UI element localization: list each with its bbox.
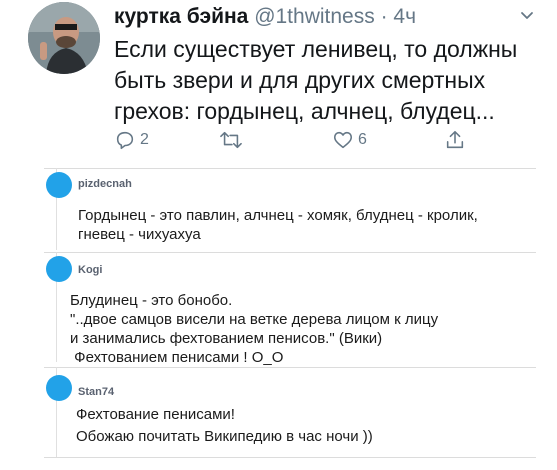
share-button[interactable] — [444, 128, 466, 152]
comment-divider — [44, 168, 536, 169]
display-name[interactable]: куртка бэйна — [114, 5, 248, 28]
comment-username[interactable]: pizdecnah — [78, 178, 132, 190]
like-button[interactable]: 6 — [332, 128, 367, 152]
comment-text-line: Обожаю почитать Википедию в час ночи )) — [76, 428, 373, 445]
tweet-header: куртка бэйна @1thwitness · 4ч — [114, 4, 416, 30]
reply-button[interactable]: 2 — [114, 128, 149, 152]
avatar[interactable] — [46, 172, 72, 198]
user-handle[interactable]: @1thwitness — [254, 5, 375, 28]
comment-text-line: и занимались фехтованием пенисов." (Вики… — [70, 330, 383, 347]
comment-text-line: Гордынец - это павлин, алчнец - хомяк, б… — [78, 207, 478, 224]
like-count: 6 — [358, 131, 367, 148]
like-icon — [332, 129, 354, 151]
comment-text-line: Блудинец - это бонобо. — [70, 292, 233, 309]
tweet-text: Если существует ленивец, то должны быть … — [114, 36, 518, 124]
reply-count: 2 — [140, 131, 149, 148]
comment-divider — [44, 367, 536, 368]
comment-text-line: гневец - чихуахуа — [78, 226, 201, 243]
comment-username[interactable]: Kogi — [78, 264, 102, 276]
caret-down-icon[interactable] — [519, 8, 535, 24]
reply-icon — [114, 129, 136, 151]
comment-divider — [44, 252, 536, 253]
tweet-timestamp[interactable]: 4ч — [393, 5, 416, 28]
comment-username[interactable]: Stan74 — [78, 386, 114, 398]
avatar[interactable] — [46, 375, 72, 401]
separator-dot: · — [380, 5, 388, 28]
share-icon — [444, 129, 466, 151]
comment-text-line: Фехтование пенисами! — [76, 406, 235, 423]
comment-text-line: Фехтованием пенисами ! О_О — [70, 349, 284, 366]
avatar[interactable] — [46, 256, 72, 282]
retweet-button[interactable] — [219, 128, 243, 152]
avatar[interactable] — [28, 2, 100, 74]
comment-divider — [44, 457, 536, 458]
comment-text-line: "..двое самцов висели на ветке дерева ли… — [70, 311, 439, 328]
retweet-icon — [219, 129, 243, 151]
